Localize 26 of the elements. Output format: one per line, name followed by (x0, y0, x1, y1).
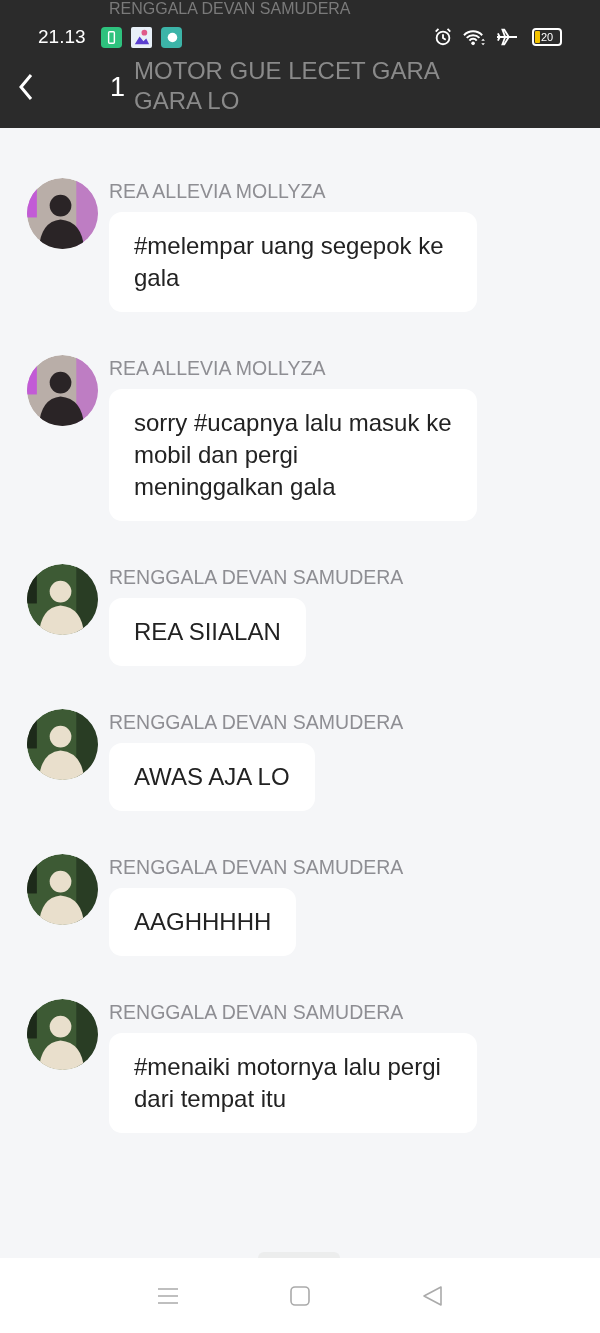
status-time: 21.13 (38, 26, 86, 48)
sender-name: REA ALLEVIA MOLLYZA (109, 356, 326, 381)
sender-name: RENGGALA DEVAN SAMUDERA (109, 855, 404, 880)
message-bubble: sorry #ucapnya lalu masuk ke mobil dan pergi meninggalkan gala (109, 389, 477, 521)
sender-name: REA ALLEVIA MOLLYZA (109, 179, 326, 204)
sender-name: RENGGALA DEVAN SAMUDERA (109, 710, 404, 735)
message-bubble: REA SIIALAN (109, 598, 306, 666)
gallery-icon (130, 26, 152, 48)
message-text: MOTOR GUE LECET GARA GARA LO (134, 56, 441, 116)
home-button[interactable] (289, 1284, 311, 1307)
sender-name: RENGGALA DEVAN SAMUDERA (109, 1000, 404, 1025)
battery-icon: 20 (532, 28, 562, 46)
airplane-icon (495, 27, 519, 47)
back-icon[interactable] (421, 1284, 443, 1307)
message-bubble: #melempar uang segepok ke gala (109, 212, 477, 312)
sender-name: RENGGALA DEVAN SAMUDERA (109, 565, 404, 590)
battery-saver-icon (100, 26, 122, 48)
message-bubble: AAGHHHHH (109, 888, 297, 956)
message-bubble: #menaiki motornya lalu pergi dari tempat itu (109, 1033, 477, 1133)
wifi-icon (462, 27, 486, 47)
sender-name: RENGGALA DEVAN SAMUDERA (109, 0, 351, 18)
alarm-icon (433, 27, 453, 47)
menu-icon[interactable] (157, 1286, 179, 1305)
page-title: 1 (110, 71, 126, 103)
message-bubble: AWAS AJA LO (109, 743, 315, 811)
app-icon (160, 26, 182, 48)
